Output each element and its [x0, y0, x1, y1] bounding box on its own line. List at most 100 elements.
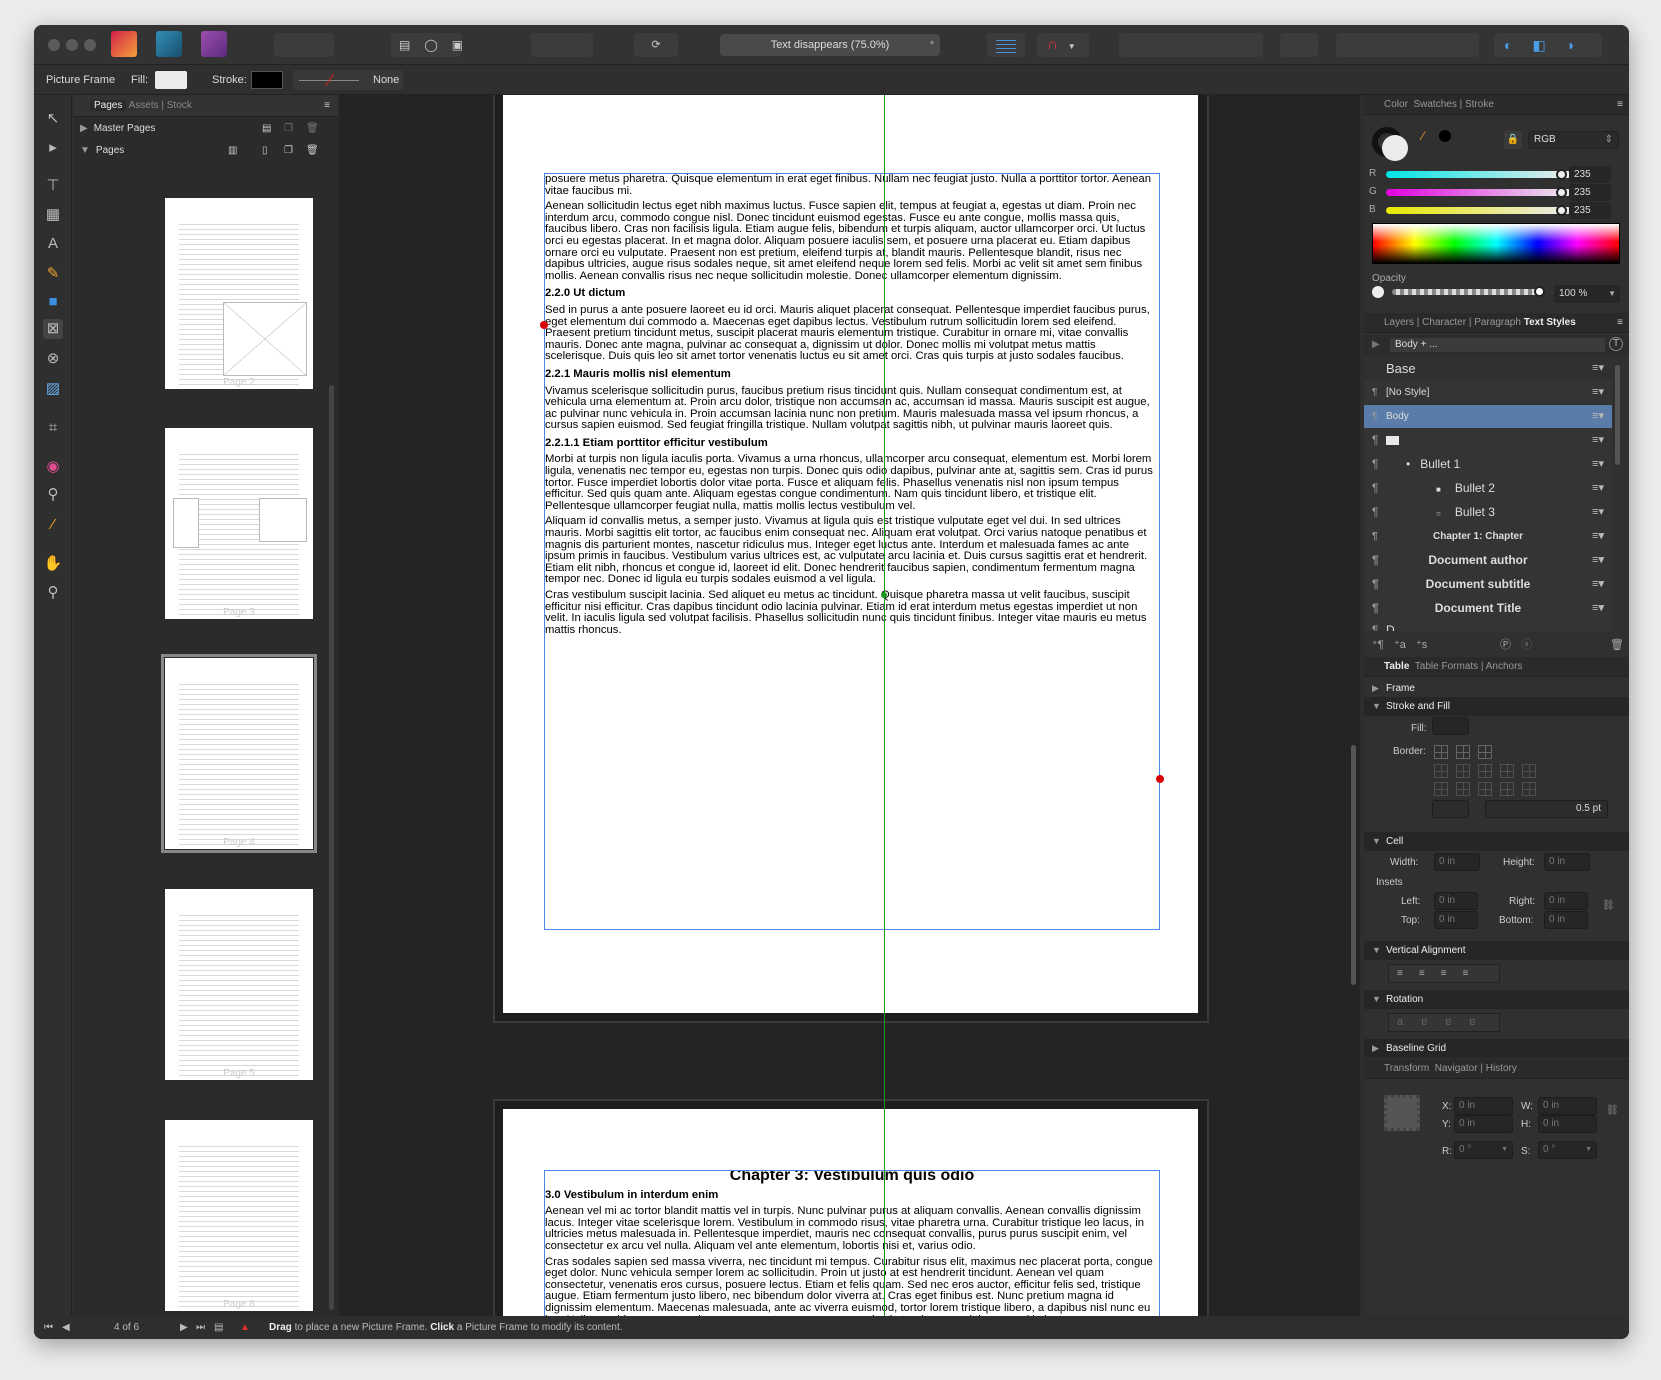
preflight-alert-icon[interactable]: ▲	[240, 1316, 250, 1339]
style-item[interactable]: ¶ ○ Bullet 3 ≡▾	[1364, 501, 1612, 524]
vertical-alignment-buttons[interactable]: ≡≡≡≡	[1388, 964, 1500, 983]
slider-knob[interactable]	[1556, 169, 1567, 180]
color-spectrum[interactable]	[1372, 223, 1620, 264]
tab-text-styles[interactable]: Text Styles	[1524, 317, 1576, 328]
fill-swatch[interactable]	[155, 71, 187, 89]
rectangle-tool-icon[interactable]: ■	[43, 292, 63, 312]
designer-persona-icon[interactable]	[156, 31, 182, 57]
guide-line[interactable]	[884, 95, 885, 1316]
border-color-swatch[interactable]	[1432, 800, 1469, 818]
y-field[interactable]: 0 in	[1454, 1115, 1513, 1133]
border-option-icon[interactable]	[1500, 782, 1514, 796]
sync-buttons[interactable]	[274, 33, 334, 57]
border-option-icon[interactable]	[1522, 782, 1536, 796]
expand-arrow-icon[interactable]: ▶	[1372, 339, 1380, 350]
picture-frame-tool-icon[interactable]: ⊠	[43, 319, 63, 339]
style-menu-icon[interactable]: ≡▾	[1592, 405, 1604, 428]
blue-slider[interactable]	[1386, 205, 1571, 216]
tab-transform[interactable]: Transform	[1384, 1063, 1429, 1074]
opacity-slider[interactable]	[1392, 286, 1545, 297]
border-option-icon[interactable]	[1500, 764, 1514, 778]
crop-tool-icon[interactable]: ⌗	[43, 418, 63, 438]
slider-knob[interactable]	[1556, 205, 1567, 216]
fill-color-well[interactable]	[1382, 135, 1408, 161]
pages-section[interactable]: ▼ Pages ▥ ▯ ❐ 🗑	[80, 141, 332, 161]
delete-page-icon[interactable]: 🗑	[306, 141, 319, 161]
styles-scrollbar[interactable]	[1615, 365, 1620, 465]
h-field[interactable]: 0 in	[1538, 1115, 1597, 1133]
new-character-style-icon[interactable]: ⁺a	[1394, 633, 1406, 657]
border-option-icon[interactable]	[1456, 782, 1470, 796]
page-thumbnail-selected[interactable]	[161, 654, 317, 853]
style-menu-icon[interactable]: ≡▾	[1592, 549, 1604, 572]
tab-history[interactable]: History	[1486, 1063, 1517, 1074]
table-tool-icon[interactable]: ▦	[43, 205, 63, 225]
shear-field[interactable]: 0 ° ▼	[1538, 1141, 1597, 1159]
minimize-window-button[interactable]	[66, 39, 78, 51]
align-button[interactable]	[1280, 33, 1318, 57]
add-page-icon[interactable]: ▯	[262, 141, 268, 161]
tab-table-formats[interactable]: Table Formats	[1415, 661, 1478, 672]
publisher-persona-icon[interactable]	[111, 31, 137, 57]
zoom-tool-icon[interactable]: ⚲	[43, 583, 63, 603]
next-page-icon[interactable]: ▶	[180, 1316, 188, 1339]
page-list-icon[interactable]: ▤	[214, 1316, 223, 1339]
style-item[interactable]: ¶ ≡▾	[1364, 429, 1612, 452]
style-menu-icon[interactable]: ≡▾	[1592, 573, 1604, 596]
snapping-magnet-button[interactable]: ∩ ▼	[1037, 33, 1089, 57]
frame-section[interactable]: ▶ Frame	[1364, 679, 1629, 698]
style-item[interactable]: ¶ • Bullet 1 ≡▾	[1364, 453, 1612, 476]
add-spread-icon[interactable]: ❐	[284, 141, 293, 161]
color-model-select[interactable]: RGB ⇕	[1528, 131, 1619, 149]
arrange-buttons[interactable]	[1119, 33, 1263, 57]
boolean-operation-buttons[interactable]: ◐◧◑	[1494, 33, 1602, 57]
cell-height-field[interactable]: 0 in	[1544, 853, 1590, 871]
new-group-style-icon[interactable]: ⁺s	[1416, 633, 1427, 657]
master-pages-section[interactable]: ▶ Master Pages ▤ ❐ 🗑	[80, 119, 332, 139]
bottom-inset-field[interactable]: 0 in	[1544, 911, 1588, 929]
cell-section[interactable]: ▼ Cell	[1364, 832, 1629, 851]
border-inner-icon[interactable]	[1456, 745, 1470, 759]
style-item[interactable]: ¶ Document Title ≡▾	[1364, 597, 1612, 620]
chevron-down-icon[interactable]: ▼	[1608, 285, 1616, 303]
left-inset-field[interactable]: 0 in	[1434, 892, 1478, 910]
tab-paragraph[interactable]: Paragraph	[1474, 317, 1521, 328]
style-menu-icon[interactable]: ≡▾	[1592, 525, 1604, 548]
tab-character[interactable]: Character	[1422, 317, 1466, 328]
panel-menu-icon[interactable]: ≡	[1617, 95, 1623, 115]
style-item[interactable]: ¶ Document subtitle ≡▾	[1364, 573, 1612, 596]
style-item-selected[interactable]: ¶ Body ≡▾	[1364, 405, 1612, 428]
add-master-page-icon[interactable]: ▤	[262, 119, 271, 139]
page-thumbnail[interactable]	[165, 1120, 313, 1311]
vertical-scrollbar[interactable]	[1351, 745, 1356, 985]
slider-knob[interactable]	[1556, 187, 1567, 198]
first-page-icon[interactable]: ⏮	[44, 1316, 53, 1339]
eyedropper-tool-icon[interactable]: ⁄	[43, 515, 63, 535]
red-value-field[interactable]: 235	[1569, 166, 1611, 183]
document-canvas[interactable]: posuere metus pharetra. Quisque elementu…	[339, 95, 1360, 1316]
previous-page-icon[interactable]: ◀	[62, 1316, 70, 1339]
eyedropper-icon[interactable]: ⁄	[1422, 129, 1424, 143]
style-menu-icon[interactable]: ≡▾	[1592, 477, 1604, 500]
style-group-base[interactable]: Base ≡▾	[1364, 357, 1612, 380]
right-inset-field[interactable]: 0 in	[1544, 892, 1588, 910]
link-insets-icon[interactable]: ⛓	[1602, 900, 1615, 911]
tab-color[interactable]: Color	[1384, 99, 1408, 110]
frame-text-tool-icon[interactable]: ⊤	[43, 176, 63, 196]
x-field[interactable]: 0 in	[1454, 1097, 1513, 1115]
border-option-icon[interactable]	[1522, 764, 1536, 778]
cell-width-field[interactable]: 0 in	[1434, 853, 1480, 871]
style-menu-icon[interactable]: ≡▾	[1592, 381, 1604, 404]
text-flow-in-handle[interactable]	[540, 321, 548, 329]
slider-knob[interactable]	[1534, 286, 1545, 297]
tab-layers[interactable]: Layers	[1384, 317, 1414, 328]
tab-swatches[interactable]: Swatches	[1413, 99, 1456, 110]
opacity-field[interactable]: 100 % ▼	[1554, 285, 1620, 303]
photo-persona-icon[interactable]	[201, 31, 227, 57]
pen-tool-icon[interactable]: ✎	[43, 264, 63, 284]
rotation-field[interactable]: 0 ° ▼	[1454, 1141, 1513, 1159]
new-paragraph-style-icon[interactable]: ⁺¶	[1372, 633, 1384, 657]
style-menu-icon[interactable]: ≡▾	[1592, 453, 1604, 476]
stroke-swatch[interactable]	[251, 71, 283, 89]
style-item[interactable]: ¶ [No Style] ≡▾	[1364, 381, 1612, 404]
